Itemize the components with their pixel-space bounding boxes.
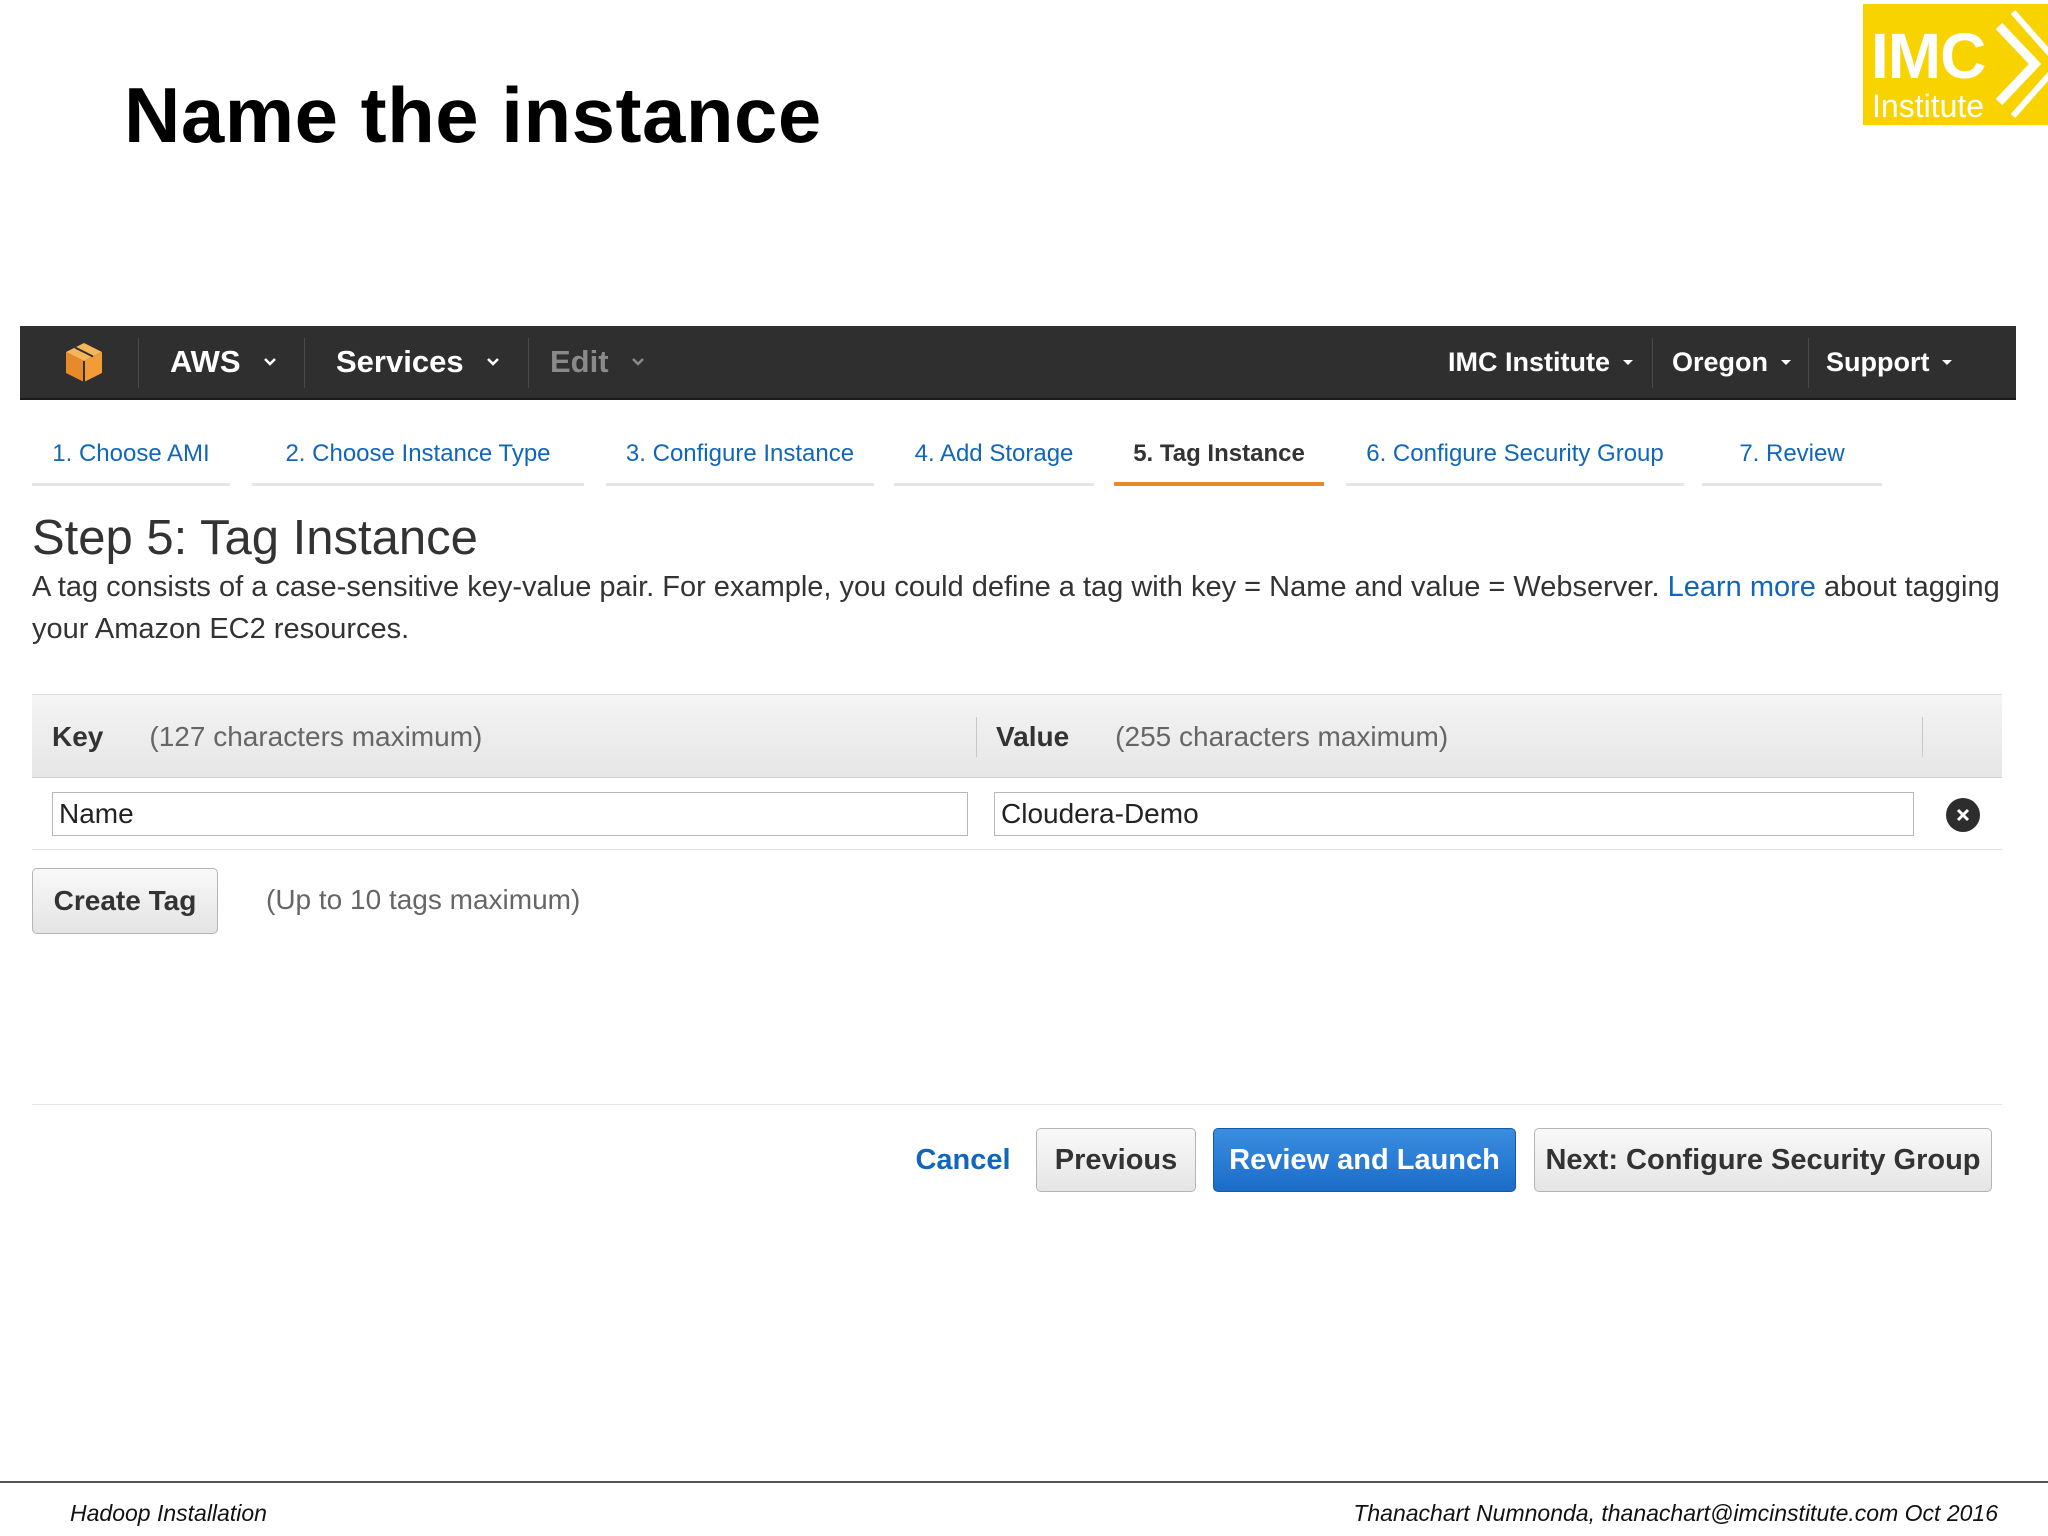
account-menu-label: IMC Institute xyxy=(1448,346,1610,377)
create-tag-button[interactable]: Create Tag xyxy=(32,868,218,934)
footer-rule xyxy=(0,1481,2048,1483)
key-header-hint: (127 characters maximum) xyxy=(149,721,483,752)
tab-choose-instance-type[interactable]: 2. Choose Instance Type xyxy=(252,430,584,486)
caret-down-icon xyxy=(1623,360,1633,365)
nav-separator xyxy=(1808,338,1809,388)
column-separator xyxy=(1922,717,1923,757)
caret-down-icon xyxy=(1942,360,1953,365)
imc-institute-logo: IMC Institute xyxy=(1863,4,2048,125)
region-menu[interactable]: Oregon xyxy=(1672,326,1792,398)
services-menu-label: Services xyxy=(336,344,464,379)
value-header-hint: (255 characters maximum) xyxy=(1115,721,1449,752)
learn-more-link[interactable]: Learn more xyxy=(1668,571,1816,603)
slide-title: Name the instance xyxy=(124,71,822,159)
nav-separator xyxy=(1652,338,1653,388)
chevron-down-icon xyxy=(263,358,276,366)
edit-menu[interactable]: Edit xyxy=(550,326,645,398)
tag-key-input[interactable] xyxy=(52,792,968,836)
review-and-launch-button[interactable]: Review and Launch xyxy=(1213,1128,1516,1192)
account-menu[interactable]: IMC Institute xyxy=(1448,326,1634,398)
close-icon xyxy=(1956,808,1970,822)
value-header-label: Value xyxy=(996,721,1070,752)
logo-sub-text: Institute xyxy=(1872,88,1985,124)
next-configure-security-group-button[interactable]: Next: Configure Security Group xyxy=(1534,1128,1992,1192)
footer-divider xyxy=(32,1104,2002,1105)
tag-table: Key (127 characters maximum) Value (255 … xyxy=(32,694,2002,850)
chevron-down-icon xyxy=(486,358,499,366)
step-description-text: A tag consists of a case-sensitive key-v… xyxy=(32,571,1668,603)
aws-cube-icon[interactable] xyxy=(62,326,106,398)
step-description: A tag consists of a case-sensitive key-v… xyxy=(32,566,2012,650)
tab-add-storage[interactable]: 4. Add Storage xyxy=(894,430,1094,486)
tab-review[interactable]: 7. Review xyxy=(1702,430,1882,486)
cancel-button[interactable]: Cancel xyxy=(900,1128,1026,1192)
edit-menu-label: Edit xyxy=(550,344,609,379)
value-column-header: Value (255 characters maximum) xyxy=(996,695,1448,779)
logo-main-text: IMC xyxy=(1871,20,1986,92)
tag-value-input[interactable] xyxy=(994,792,1914,836)
nav-separator xyxy=(304,338,305,388)
services-menu[interactable]: Services xyxy=(336,326,500,398)
aws-menu-label: AWS xyxy=(170,344,241,379)
tag-table-header: Key (127 characters maximum) Value (255 … xyxy=(32,694,2002,778)
support-menu[interactable]: Support xyxy=(1826,326,1953,398)
nav-separator xyxy=(138,338,139,388)
column-separator xyxy=(976,717,977,757)
footer-right-text: Thanachart Numnonda, thanachart@imcinsti… xyxy=(1353,1500,1998,1526)
create-tag-hint: (Up to 10 tags maximum) xyxy=(266,884,581,915)
key-header-label: Key xyxy=(52,721,104,752)
remove-tag-button[interactable] xyxy=(1946,798,1980,832)
chevron-down-icon xyxy=(631,358,644,366)
region-menu-label: Oregon xyxy=(1672,346,1769,377)
footer-left-text: Hadoop Installation xyxy=(70,1500,267,1526)
step-title: Step 5: Tag Instance xyxy=(32,511,478,565)
table-row xyxy=(32,778,2002,850)
tab-configure-security-group[interactable]: 6. Configure Security Group xyxy=(1346,430,1684,486)
previous-button[interactable]: Previous xyxy=(1036,1128,1196,1192)
tab-choose-ami[interactable]: 1. Choose AMI xyxy=(32,430,230,486)
tab-configure-instance[interactable]: 3. Configure Instance xyxy=(606,430,874,486)
aws-navbar: AWS Services Edit IMC Institute Oregon S… xyxy=(20,326,2016,400)
nav-separator xyxy=(528,338,529,388)
tab-tag-instance[interactable]: 5. Tag Instance xyxy=(1114,430,1324,486)
support-menu-label: Support xyxy=(1826,346,1930,377)
key-column-header: Key (127 characters maximum) xyxy=(52,695,482,779)
caret-down-icon xyxy=(1781,360,1792,365)
aws-menu[interactable]: AWS xyxy=(170,326,277,398)
